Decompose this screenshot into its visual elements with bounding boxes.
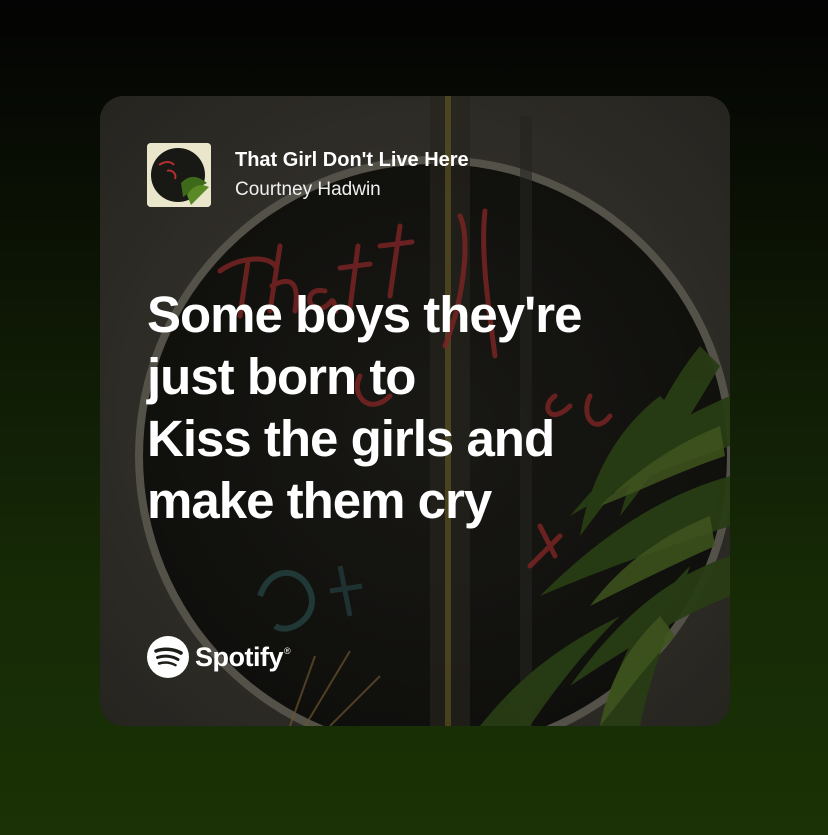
track-info: That Girl Don't Live Here Courtney Hadwi… (147, 143, 469, 207)
spotify-wordmark: Spotify (195, 641, 284, 672)
track-title: That Girl Don't Live Here (235, 149, 469, 171)
lyric-line: just born to (147, 348, 416, 405)
lyric-line: Kiss the girls and (147, 410, 555, 467)
spotify-branding: Spotify ® (147, 636, 291, 678)
lyrics-block: Some boys they're just born to Kiss the … (147, 284, 707, 532)
lyric-line: Some boys they're (147, 286, 582, 343)
spotify-logo-icon (147, 636, 189, 678)
album-cover-image (147, 143, 211, 207)
lyric-line: make them cry (147, 472, 492, 529)
track-artist: Courtney Hadwin (235, 179, 381, 200)
lyrics-share-card: That Girl Don't Live Here Courtney Hadwi… (100, 96, 730, 726)
registered-mark: ® (284, 646, 291, 656)
